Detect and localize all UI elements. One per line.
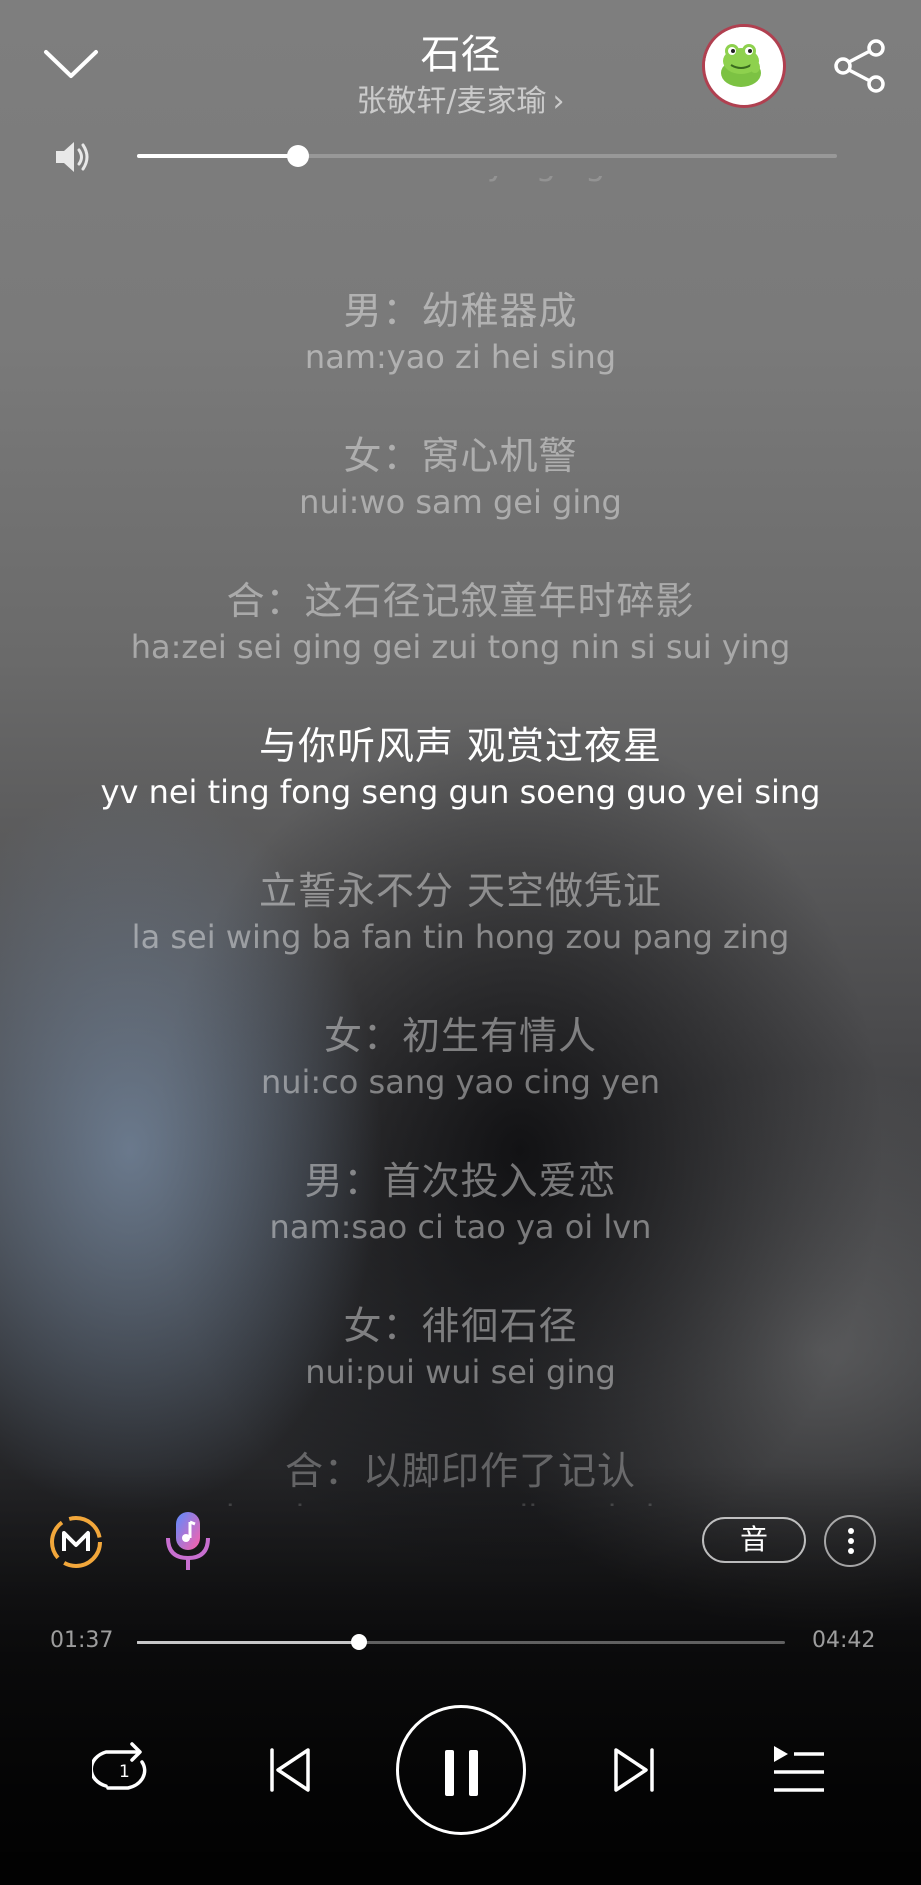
artist-chevron-icon: › <box>552 84 565 119</box>
lyric-chinese: 女：徘徊石径 <box>343 1304 578 1348</box>
lyric-line[interactable]: nui:do mo ya ging <box>0 176 921 186</box>
lyric-line[interactable]: 立誓永不分 天空做凭证 la sei wing ba fan tin hong z… <box>0 867 921 959</box>
repeat-count: 1 <box>119 1762 130 1782</box>
artist-name: 张敬轩/麦家瑜 <box>356 84 547 119</box>
lyric-line[interactable]: 女：窝心机警 nui:wo sam gei ging <box>0 432 921 524</box>
lyric-line[interactable]: 男：首次投入爱恋 nam:sao ci tao ya oi lvn <box>0 1157 921 1249</box>
playback-progress-slider[interactable] <box>137 1634 785 1650</box>
playlist-icon[interactable] <box>772 1744 826 1794</box>
lyric-line-current[interactable]: 与你听风声 观赏过夜星 yv nei ting fong seng gun soe… <box>0 722 921 814</box>
lyric-line[interactable]: 男：幼稚器成 nam:yao zi hei sing <box>0 287 921 379</box>
lyric-romanization: nam:yao zi hei sing <box>304 338 617 376</box>
lyric-romanization: nui:wo sam gei ging <box>299 483 622 521</box>
m-logo-icon[interactable] <box>48 1514 104 1570</box>
lyric-romanization: ha:yi goe yan zao liu gei ying <box>0 1495 921 1506</box>
more-dot <box>848 1528 854 1534</box>
lyric-line[interactable]: 合：以脚印作了记认 ha:yi goe yan zao liu gei ying <box>0 1447 921 1506</box>
lyric-chinese: 男：首次投入爱恋 <box>304 1159 617 1203</box>
lyric-chinese: 女：初生有情人 <box>323 1014 597 1058</box>
previous-track-icon[interactable] <box>268 1746 312 1794</box>
volume-fill <box>137 154 298 158</box>
more-dot <box>848 1548 854 1554</box>
sound-effect-button[interactable]: 音 <box>702 1517 806 1563</box>
lyric-chinese: 女：窝心机警 <box>343 434 578 478</box>
lyric-romanization: la sei wing ba fan tin hong zou pang zin… <box>131 918 790 956</box>
volume-knob[interactable] <box>287 145 309 167</box>
lyrics-panel[interactable]: nui:do mo ya ging 男：幼稚器成 nam:yao zi hei si… <box>0 176 921 1506</box>
total-time: 04:42 <box>812 1628 876 1653</box>
lyric-romanization: nui:do mo ya ging <box>0 176 921 186</box>
lyric-chinese: 合：以脚印作了记认 <box>284 1449 636 1493</box>
lyric-romanization: nui:co sang yao cing yen <box>260 1063 661 1101</box>
pause-button[interactable] <box>396 1705 526 1835</box>
lyric-chinese: 与你听风声 观赏过夜星 <box>258 724 663 768</box>
volume-icon[interactable] <box>54 138 96 176</box>
lyric-line[interactable]: 女：徘徊石径 nui:pui wui sei ging <box>0 1302 921 1394</box>
more-options-icon[interactable] <box>824 1515 876 1567</box>
pause-icon <box>469 1750 478 1796</box>
player-header: 石径 张敬轩/麦家瑜 › <box>0 0 921 130</box>
lyric-romanization: yv nei ting fong seng gun soeng guo yei … <box>100 773 821 811</box>
lyric-romanization: ha:zei sei ging gei zui tong nin si sui … <box>130 628 791 666</box>
frog-avatar-icon <box>705 27 777 99</box>
volume-slider[interactable] <box>137 145 837 167</box>
lyric-romanization: nam:sao ci tao ya oi lvn <box>269 1208 652 1246</box>
next-track-icon[interactable] <box>612 1746 656 1794</box>
more-dot <box>848 1538 854 1544</box>
lyric-chinese: 合：这石径记叙童年时碎影 <box>226 579 695 623</box>
karaoke-mic-icon[interactable] <box>160 1510 216 1574</box>
lyric-line[interactable]: 女：初生有情人 nui:co sang yao cing yen <box>0 1012 921 1104</box>
lyric-chinese: 男：幼稚器成 <box>343 289 578 333</box>
pause-icon <box>445 1750 454 1796</box>
lyric-line[interactable]: 合：这石径记叙童年时碎影 ha:zei sei ging gei zui tong… <box>0 577 921 669</box>
user-avatar[interactable] <box>702 24 786 108</box>
elapsed-time: 01:37 <box>50 1628 114 1653</box>
share-icon[interactable] <box>832 38 888 94</box>
repeat-one-icon[interactable]: 1 <box>89 1740 154 1798</box>
lyric-chinese: 立誓永不分 天空做凭证 <box>258 869 663 913</box>
progress-fill <box>137 1641 360 1644</box>
artist-link[interactable]: 张敬轩/麦家瑜 › <box>0 76 921 120</box>
lyric-romanization: nui:pui wui sei ging <box>305 1353 616 1391</box>
